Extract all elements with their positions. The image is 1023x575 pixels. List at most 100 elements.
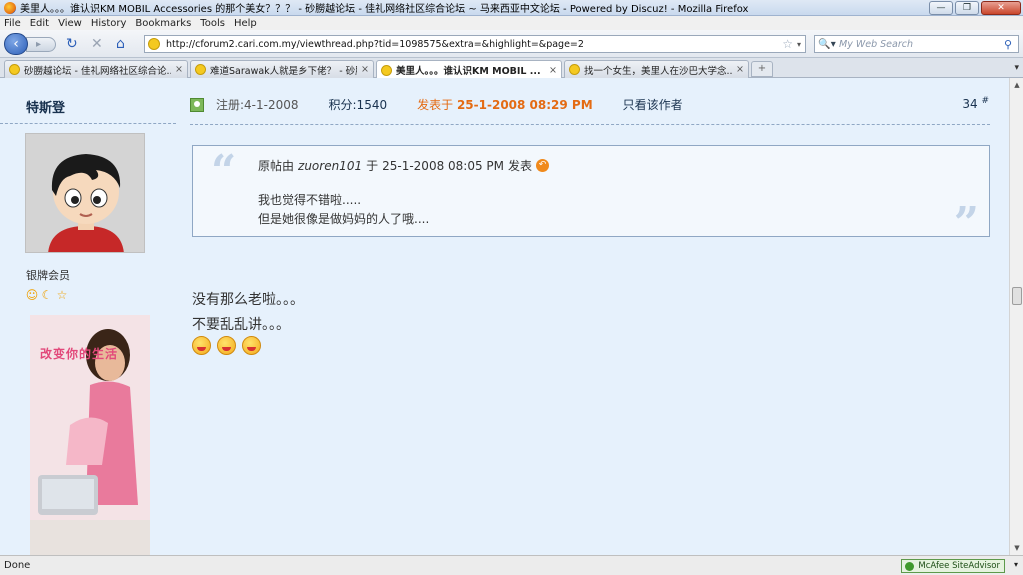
scroll-thumb[interactable] [1012,287,1022,305]
post-floor-number[interactable]: 34 # [962,96,989,111]
user-score: 积分:1540 [328,98,388,112]
laughing-emoji-icon [192,336,211,355]
quote-time: 25-1-2008 08:05 PM [382,158,505,173]
user-profile-icon[interactable] [190,97,204,112]
tab-close-icon[interactable]: × [361,64,369,75]
home-icon[interactable]: ⌂ [116,36,125,52]
jump-to-post-icon[interactable]: ↶ [536,159,550,172]
avatar[interactable] [25,133,145,253]
sun-icon: ☺ [25,288,39,302]
mcafee-siteadvisor-button[interactable]: McAfee SiteAdvisor [901,559,1005,573]
tab-3-active[interactable]: 美里人。。。谁认识KM MOBIL ... × [376,60,562,79]
maximize-button[interactable]: ❐ [955,1,979,15]
tab-1[interactable]: 砂朥越论坛 - 佳礼网络社区综合论... × [4,60,188,78]
minimize-button[interactable]: — [929,1,953,15]
quote-line: 我也觉得不错啦..... [258,193,362,207]
tab-4[interactable]: 找一个女生，美里人在沙巴大学念... × [564,60,749,78]
scroll-up-icon[interactable]: ▲ [1010,78,1023,92]
menu-help[interactable]: Help [234,18,257,29]
floor-mark: # [981,96,989,106]
post-divider [190,124,990,125]
menu-history[interactable]: History [91,18,127,29]
quote-close-icon: ” [953,198,979,249]
address-bar[interactable]: http://cforum2.cari.com.my/viewthread.ph… [144,35,806,53]
tab-favicon-icon [381,64,392,76]
close-button[interactable]: ✕ [981,1,1021,15]
avatar-cartoon-icon [26,134,144,252]
menu-bookmarks[interactable]: Bookmarks [135,18,191,29]
moon-icon: ☾ [41,288,53,302]
addon-dropdown-icon[interactable]: ▾ [1014,560,1018,569]
search-bar[interactable]: 🔍▾ My Web Search ⚲ [814,35,1019,53]
forward-button[interactable]: ▸ [26,37,56,52]
quote-open-icon: “ [211,146,237,197]
menu-view[interactable]: View [58,18,82,29]
tab-bar: 砂朥越论坛 - 佳礼网络社区综合论... × 难道Sarawak人就是乡下佬？ … [0,58,1023,79]
back-button[interactable]: ‹ [4,33,28,55]
search-engine-icon[interactable]: 🔍▾ [815,39,839,50]
bookmark-star-icon[interactable]: ☆ [782,37,793,51]
post-time-value: 25-1-2008 08:29 PM [456,98,593,112]
menu-file[interactable]: File [4,18,21,29]
tab-favicon-icon [9,64,20,75]
menu-edit[interactable]: Edit [30,18,49,29]
promo-image[interactable]: 改变你的生活 [30,315,150,555]
quote-prefix: 原帖由 [258,159,295,173]
tab-2[interactable]: 难道Sarawak人就是乡下佬？ - 砂朥... × [190,60,374,78]
tab-favicon-icon [195,64,206,75]
sidebar-divider [0,123,176,124]
page-content: 特斯登 银牌会员 ☺ ☾ ☆ 改变你的生活 注册:4-1-2008 积分:154… [0,78,1009,555]
vertical-scrollbar[interactable]: ▲ ▼ [1009,78,1023,555]
rank-icons: ☺ ☾ ☆ [25,288,69,302]
post-message-line: 不要乱乱讲。。。 [192,317,290,333]
navigation-toolbar: ▸ ‹ ↻ ✕ ⌂ http://cforum2.cari.com.my/vie… [0,30,1023,58]
quote-header: 原帖由 zuoren101 于 25-1-2008 08:05 PM 发表 ↶ [258,157,550,174]
view-author-only-link[interactable]: 只看该作者 [623,96,683,113]
post-time: 发表于 25-1-2008 08:29 PM [417,96,593,113]
promo-text: 改变你的生活 [40,347,119,361]
member-rank: 银牌会员 [26,269,70,282]
post-header: 注册:4-1-2008 积分:1540 发表于 25-1-2008 08:29 … [190,96,683,113]
register-date: 注册:4-1-2008 [216,98,299,112]
firefox-icon [4,1,16,14]
new-tab-button[interactable]: + [751,61,773,77]
laughing-emoji-icon [217,336,236,355]
tab-close-icon[interactable]: × [736,64,744,75]
star-icon: ☆ [56,288,68,302]
menu-bar: File Edit View History Bookmarks Tools H… [0,16,1023,30]
status-bar: Done McAfee SiteAdvisor ▾ [0,555,1023,575]
menu-tools[interactable]: Tools [200,18,225,29]
status-text: Done [4,560,31,571]
scroll-down-icon[interactable]: ▼ [1010,541,1023,555]
post-message-line: 没有那么老啦。。。 [192,292,304,308]
tab-label: 美里人。。。谁认识KM MOBIL ... [396,66,541,77]
search-input[interactable]: My Web Search [839,39,1004,50]
laughing-emoji-icon [242,336,261,355]
emoji-row [192,336,261,355]
tab-favicon-icon [569,64,580,75]
history-dropdown-icon[interactable]: ▾ [797,40,801,49]
author-name[interactable]: 特斯登 [26,97,65,116]
post-author-sidebar: 特斯登 银牌会员 ☺ ☾ ☆ 改变你的生活 [0,78,176,555]
tab-list-icon[interactable]: ▾ [1014,63,1019,73]
tab-close-icon[interactable]: × [175,64,183,75]
search-go-icon[interactable]: ⚲ [1004,38,1018,51]
tab-label: 找一个女生，美里人在沙巴大学念... [584,65,733,77]
tab-label: 难道Sarawak人就是乡下佬？ - 砂朥... [210,65,357,77]
site-favicon-icon [148,38,160,50]
address-url[interactable]: http://cforum2.cari.com.my/viewthread.ph… [166,39,782,50]
floor-number: 34 [962,97,978,111]
stop-icon[interactable]: ✕ [91,36,103,52]
reload-icon[interactable]: ↻ [66,36,78,52]
quote-at: 于 [366,159,379,173]
post-time-prefix: 发表于 [417,98,454,112]
window-title: 美里人。。。谁认识KM MOBIL Accessories 的那个美女？？？ -… [20,4,749,15]
tab-label: 砂朥越论坛 - 佳礼网络社区综合论... [24,65,172,77]
quote-user[interactable]: zuoren101 [298,159,362,173]
tab-close-icon[interactable]: × [549,65,557,76]
quote-suffix: 发表 [508,159,533,173]
window-titlebar: 美里人。。。谁认识KM MOBIL Accessories 的那个美女？？？ -… [0,0,1023,16]
window-controls: — ❐ ✕ [929,1,1021,15]
quote-line: 但是她很像是做妈妈的人了哦.... [258,212,430,226]
quote-block: “ 原帖由 zuoren101 于 25-1-2008 08:05 PM 发表 … [192,145,990,246]
